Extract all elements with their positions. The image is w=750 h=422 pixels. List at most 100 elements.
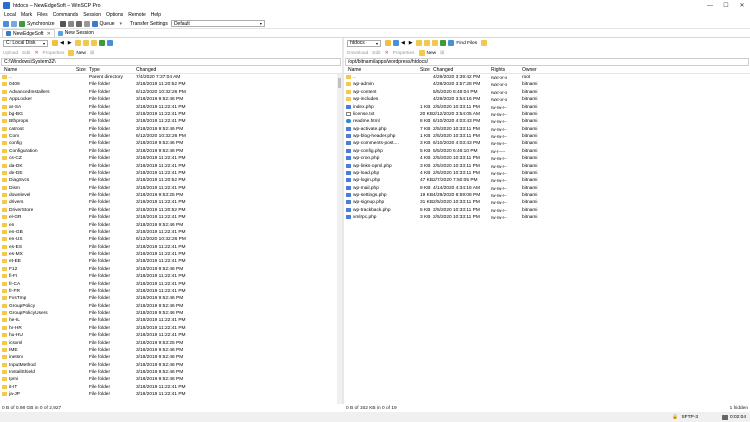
- table-row[interactable]: et-EE File folder 3/18/2019 11:22:41 PM: [0, 258, 342, 265]
- table-row[interactable]: Com File folder 6/12/2020 10:32:26 PM: [0, 133, 342, 140]
- column-name[interactable]: Name: [4, 67, 17, 73]
- queue-icon[interactable]: [91, 20, 98, 27]
- table-row[interactable]: AdvancedInstallers File folder 6/12/2020 1…: [0, 89, 342, 96]
- new-button[interactable]: New: [76, 51, 86, 56]
- table-row[interactable]: wp-comments-post.... 3 KB 6/10/2020 4:03:4…: [344, 140, 750, 147]
- column-name[interactable]: Name: [348, 67, 361, 73]
- table-row[interactable]: fi-FI File folder 3/18/2019 11:22:41 PM: [0, 273, 342, 280]
- table-row[interactable]: DriverStore File folder 3/18/2019 11:20:52…: [0, 207, 342, 214]
- table-row[interactable]: F12 File folder 3/18/2019 9:52:46 PM: [0, 266, 342, 273]
- column-rights[interactable]: Rights: [491, 67, 505, 73]
- table-row[interactable]: xmlrpc.php 3 KB 2/5/2020 10:33:11 PM rw-rw-…: [344, 214, 750, 221]
- find-files-button[interactable]: Find Files: [456, 41, 477, 46]
- table-row[interactable]: wp-cron.php 4 KB 2/5/2020 10:33:11 PM rw-rw…: [344, 155, 750, 162]
- table-row[interactable]: InputMethod File folder 3/18/2019 9:52:46 …: [0, 362, 342, 369]
- column-changed[interactable]: Changed: [433, 67, 453, 73]
- download-button[interactable]: Download: [347, 51, 368, 56]
- table-row[interactable]: Configuration File folder 3/18/2019 9:52:4…: [0, 148, 342, 155]
- column-owner[interactable]: Owner: [522, 67, 537, 73]
- local-scrollbar-thumb[interactable]: [338, 78, 341, 88]
- table-row[interactable]: wp-load.php 4 KB 2/5/2020 10:33:11 PM rw-rw…: [344, 170, 750, 177]
- menu-options[interactable]: Options: [106, 12, 123, 18]
- home-dir-icon[interactable]: [91, 40, 98, 46]
- menu-commands[interactable]: Commands: [53, 12, 79, 18]
- select-all-icon[interactable]: ⊞: [90, 51, 94, 56]
- forward-icon[interactable]: ▶: [409, 41, 413, 46]
- table-row[interactable]: en-GB File folder 3/18/2019 11:22:41 PM: [0, 229, 342, 236]
- table-row[interactable]: Dism File folder 3/18/2019 11:22:41 PM: [0, 185, 342, 192]
- bookmark-icon[interactable]: [481, 40, 488, 46]
- table-row[interactable]: index.php 1 KB 2/5/2020 10:33:11 PM rw-rw-r…: [344, 104, 750, 111]
- new-tab-icon[interactable]: [3, 20, 9, 27]
- table-row[interactable]: GroupPolicy File folder 3/18/2019 9:52:46 …: [0, 303, 342, 310]
- table-row[interactable]: el-GR File folder 3/18/2019 11:22:41 PM: [0, 214, 342, 221]
- table-row[interactable]: icsxml File folder 3/18/2019 9:53:25 PM: [0, 340, 342, 347]
- transfer-settings-dropdown[interactable]: Default ▾: [170, 20, 265, 27]
- view-icon[interactable]: [393, 40, 399, 46]
- table-row[interactable]: bg-BG File folder 3/18/2019 11:22:41 PM: [0, 111, 342, 118]
- synchronize-button[interactable]: Synchronize: [27, 21, 55, 27]
- table-row[interactable]: .. Parent directory 7/4/2020 7:37:04 AM: [0, 74, 342, 81]
- table-row[interactable]: hr-HR File folder 3/18/2019 11:22:41 PM: [0, 325, 342, 332]
- table-row[interactable]: es-MX File folder 3/18/2019 11:22:41 PM: [0, 251, 342, 258]
- menu-local[interactable]: Local: [4, 12, 16, 18]
- find-icon[interactable]: [107, 40, 114, 46]
- table-row[interactable]: wp-login.php 47 KB 2/7/2020 7:50:05 PM rw-r…: [344, 177, 750, 184]
- filter-icon[interactable]: [52, 40, 58, 46]
- table-row[interactable]: AppLocker File folder 3/18/2019 9:52:46 PM: [0, 96, 342, 103]
- filter-icon[interactable]: [385, 40, 391, 46]
- back-icon[interactable]: ◀: [401, 41, 405, 46]
- table-row[interactable]: wp-blog-header.php 1 KB 2/5/2020 10:33:11 …: [344, 133, 750, 140]
- menu-files[interactable]: Files: [37, 12, 48, 18]
- close-tab-icon[interactable]: ✕: [47, 31, 51, 37]
- refresh-icon[interactable]: [440, 40, 447, 46]
- delete-icon[interactable]: ✕: [385, 51, 389, 56]
- table-row[interactable]: ja-JP File folder 3/18/2019 11:22:41 PM: [0, 391, 342, 398]
- table-row[interactable]: wp-trackback.php 5 KB 2/5/2020 10:33:11 PM…: [344, 207, 750, 214]
- compare-icon[interactable]: [11, 20, 17, 27]
- local-drive-dropdown[interactable]: C: Local Disk ▾: [3, 39, 48, 47]
- console-icon[interactable]: [75, 20, 82, 27]
- table-row[interactable]: config File folder 3/18/2019 9:52:46 PM: [0, 140, 342, 147]
- select-all-icon[interactable]: ⊞: [440, 51, 444, 56]
- table-row[interactable]: Ipmi File folder 3/18/2019 9:52:46 PM: [0, 376, 342, 383]
- table-row[interactable]: license.txt 20 KB 2/12/2020 3:54:05 AM rw-r…: [344, 111, 750, 118]
- table-row[interactable]: wp-includes 4/29/2020 3:54:16 PM rwxr-xr-x…: [344, 96, 750, 103]
- table-row[interactable]: catroot File folder 3/18/2019 9:52:46 PM: [0, 126, 342, 133]
- table-row[interactable]: de-DE File folder 3/18/2019 11:22:41 PM: [0, 170, 342, 177]
- table-row[interactable]: fr-CA File folder 3/18/2019 11:22:41 PM: [0, 281, 342, 288]
- tab-newedgesoft[interactable]: NewEdgeSoft ✕: [2, 29, 55, 37]
- table-row[interactable]: en-US File folder 6/12/2020 10:32:26 PM: [0, 236, 342, 243]
- keep-up-to-date-icon[interactable]: [67, 20, 74, 27]
- synchronize-icon[interactable]: [19, 20, 25, 27]
- table-row[interactable]: he-IL File folder 3/18/2019 11:22:41 PM: [0, 317, 342, 324]
- table-row[interactable]: IME File folder 3/18/2019 9:52:46 PM: [0, 347, 342, 354]
- table-row[interactable]: drivers File folder 3/18/2019 11:22:41 PM: [0, 199, 342, 206]
- column-type[interactable]: Type: [89, 67, 100, 73]
- remote-folder-dropdown[interactable]: htdocs ▾: [347, 39, 381, 47]
- column-changed[interactable]: Changed: [136, 67, 156, 73]
- queue-dropdown-arrow-icon[interactable]: ▾: [120, 21, 123, 27]
- table-row[interactable]: wp-activate.php 7 KB 2/5/2020 10:33:11 PM r…: [344, 126, 750, 133]
- column-size[interactable]: Size: [76, 67, 86, 73]
- terminal-icon[interactable]: [59, 20, 66, 27]
- table-row[interactable]: .. 4/29/2020 3:39:42 PM rwxr-xr-x root: [344, 74, 750, 81]
- parent-dir-icon[interactable]: [75, 40, 82, 46]
- table-row[interactable]: da-DK File folder 3/18/2019 11:22:41 PM: [0, 163, 342, 170]
- table-row[interactable]: es-ES File folder 3/18/2019 11:22:41 PM: [0, 244, 342, 251]
- table-row[interactable]: fr-FR File folder 3/18/2019 11:22:41 PM: [0, 288, 342, 295]
- table-row[interactable]: FxsTmp File folder 3/18/2019 9:52:46 PM: [0, 295, 342, 302]
- table-row[interactable]: InstallShield File folder 3/18/2019 9:52:4…: [0, 369, 342, 376]
- table-row[interactable]: cs-CZ File folder 3/18/2019 11:22:41 PM: [0, 155, 342, 162]
- queue-button[interactable]: Queue: [100, 21, 115, 27]
- table-row[interactable]: wp-settings.php 19 KB 4/29/2020 8:59:08 PM…: [344, 192, 750, 199]
- root-dir-icon[interactable]: [424, 40, 431, 46]
- parent-dir-icon[interactable]: [416, 40, 423, 46]
- local-path[interactable]: C:\Windows\System32\: [1, 58, 341, 66]
- table-row[interactable]: ar-SA File folder 3/18/2019 11:22:41 PM: [0, 104, 342, 111]
- menu-remote[interactable]: Remote: [128, 12, 146, 18]
- table-row[interactable]: wp-config.php 5 KB 5/5/2020 6:46:10 PM rw-r…: [344, 148, 750, 155]
- table-row[interactable]: wp-content 5/5/2020 8:48:04 PM rwxr-xr-x bi…: [344, 89, 750, 96]
- table-row[interactable]: DiagSvcs File folder 3/18/2019 11:20:52 PM: [0, 177, 342, 184]
- table-row[interactable]: 0409 File folder 3/18/2019 11:20:52 PM: [0, 81, 342, 88]
